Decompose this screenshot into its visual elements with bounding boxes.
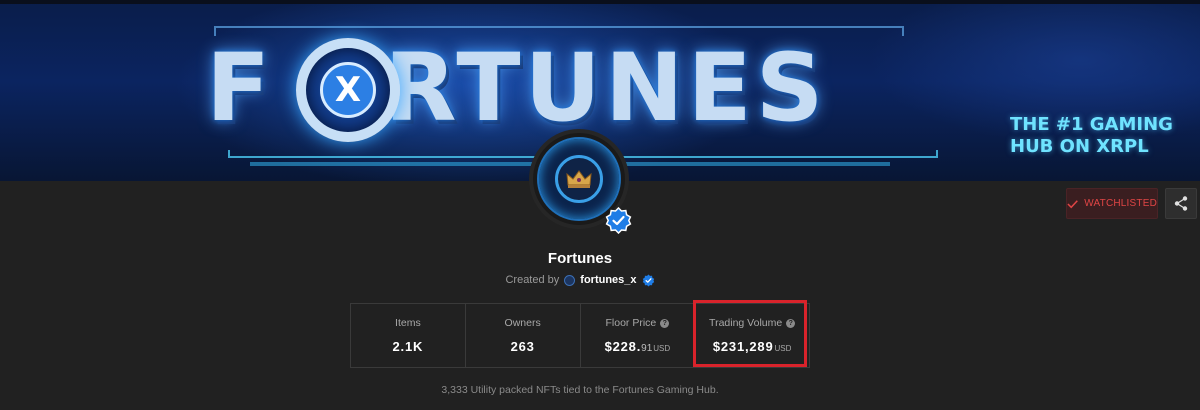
watchlist-label: WATCHLISTED	[1084, 198, 1157, 209]
xrp-x-icon: X	[320, 62, 376, 118]
collection-name: Fortunes	[547, 250, 613, 267]
volume-value-main: $231,289	[712, 339, 774, 354]
stat-volume-label-row: Trading Volume ?	[709, 317, 796, 329]
verified-badge-icon	[605, 207, 632, 234]
stat-trading-volume: Trading Volume ? $231,289USD	[695, 304, 809, 367]
banner-tagline-line2: HUB ON XRPL	[1010, 136, 1149, 157]
floor-value-decimals: 91	[641, 343, 653, 354]
stat-floor-label-row: Floor Price ?	[605, 317, 670, 329]
avatar-ring	[555, 155, 603, 203]
created-by-label: Created by	[505, 274, 560, 286]
floor-help-icon[interactable]: ?	[660, 318, 670, 328]
watchlist-button[interactable]: WATCHLISTED	[1066, 188, 1158, 219]
crown-icon	[566, 170, 592, 188]
banner-tagline-line1: THE #1 GAMING	[1010, 114, 1173, 135]
creator-line: Created by fortunes_x	[470, 272, 690, 288]
stat-floor-label: Floor Price	[605, 317, 657, 329]
collection-stats: Items 2.1K Owners 263 Floor Price ? $228…	[350, 303, 810, 368]
stat-items-label: Items	[395, 317, 421, 329]
stat-owners-label: Owners	[504, 317, 541, 329]
creator-verified-icon	[642, 273, 654, 287]
volume-unit: USD	[774, 344, 792, 353]
collection-description: 3,333 Utility packed NFTs tied to the Fo…	[441, 384, 719, 396]
share-button[interactable]	[1165, 188, 1197, 219]
creator-avatar[interactable]	[564, 274, 576, 286]
banner-tagline: THE #1 GAMING HUB ON XRPL	[1010, 114, 1190, 158]
check-icon	[1067, 199, 1078, 208]
stat-owners-value: 263	[510, 339, 535, 354]
stat-owners: Owners 263	[466, 304, 581, 367]
floor-value-main: $228.	[604, 339, 642, 354]
volume-help-icon[interactable]: ?	[786, 318, 796, 328]
stat-volume-value: $231,289USD	[713, 339, 792, 354]
floor-unit: USD	[653, 344, 671, 353]
stat-floor-price: Floor Price ? $228.91USD	[581, 304, 696, 367]
share-icon	[1174, 196, 1188, 211]
banner-logo-letters-rest: RTUNES	[384, 34, 828, 143]
banner-logo-letter-f: F	[206, 34, 275, 143]
stat-floor-value: $228.91USD	[605, 339, 671, 354]
stat-items: Items 2.1K	[351, 304, 466, 367]
stat-items-value: 2.1K	[392, 339, 424, 354]
stat-volume-label: Trading Volume	[709, 317, 783, 329]
creator-link[interactable]: fortunes_x	[580, 274, 636, 286]
